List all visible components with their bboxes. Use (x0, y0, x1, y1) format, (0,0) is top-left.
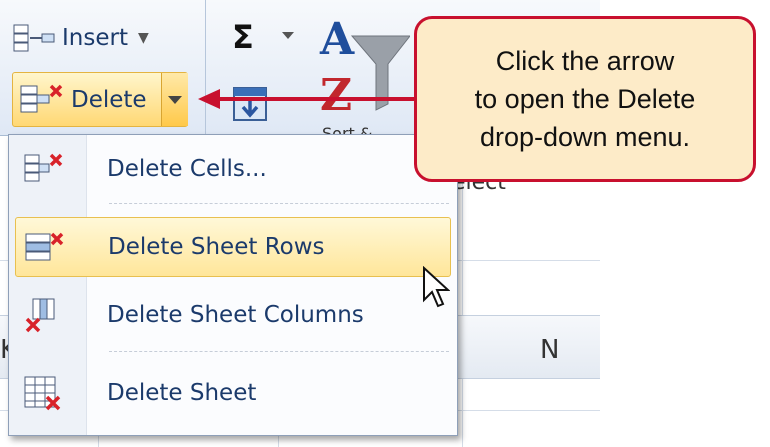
menu-item-label: Delete Sheet Rows (108, 234, 325, 260)
delete-rows-icon (25, 232, 64, 261)
insert-button[interactable]: Insert ▼ (12, 20, 172, 56)
svg-text:A: A (319, 14, 355, 65)
chevron-down-icon[interactable]: ▼ (138, 30, 149, 46)
menu-item-label: Delete Sheet (107, 380, 257, 406)
chevron-down-icon (168, 95, 182, 104)
menu-divider (109, 203, 449, 204)
callout-line-1: Click the arrow (495, 46, 675, 76)
instruction-callout: Click the arrow to open the Delete drop-… (414, 16, 756, 182)
ribbon-group-separator (205, 0, 206, 135)
delete-split-button[interactable]: Delete (12, 72, 188, 127)
delete-sheet-icon (24, 376, 61, 411)
mouse-cursor-icon (423, 266, 450, 308)
menu-item-delete-sheet-rows[interactable]: Delete Sheet Rows (15, 217, 451, 277)
callout-line-3: drop-down menu. (479, 122, 691, 152)
delete-cells-icon (24, 153, 63, 182)
callout-arrow-line (218, 97, 416, 101)
callout-arrow-head (198, 89, 220, 109)
delete-columns-icon (25, 298, 55, 333)
chevron-down-icon[interactable] (282, 32, 294, 39)
menu-item-label: Delete Sheet Columns (107, 302, 364, 328)
delete-label: Delete (71, 86, 147, 113)
menu-item-delete-sheet[interactable]: Delete Sheet (9, 363, 457, 423)
delete-dropdown-menu: Delete Cells... Delete Sheet Rows Delete… (8, 134, 458, 436)
menu-item-label: Delete Cells... (107, 156, 267, 182)
menu-item-delete-cells[interactable]: Delete Cells... (9, 139, 457, 199)
callout-line-2: to open the Delete (474, 84, 696, 114)
column-header-n[interactable]: N (540, 335, 559, 365)
menu-item-delete-sheet-columns[interactable]: Delete Sheet Columns (9, 285, 457, 345)
insert-label: Insert (62, 25, 128, 51)
menu-divider (109, 351, 449, 352)
svg-text:Z: Z (320, 70, 352, 114)
autosum-icon[interactable]: Σ (232, 18, 254, 56)
delete-dropdown-arrow[interactable] (161, 73, 188, 126)
fill-icon[interactable] (230, 84, 270, 124)
delete-cells-icon (20, 84, 63, 112)
callout-text: Click the arrow to open the Delete drop-… (435, 42, 735, 156)
insert-cells-icon (13, 24, 55, 52)
delete-button[interactable]: Delete (13, 73, 161, 126)
